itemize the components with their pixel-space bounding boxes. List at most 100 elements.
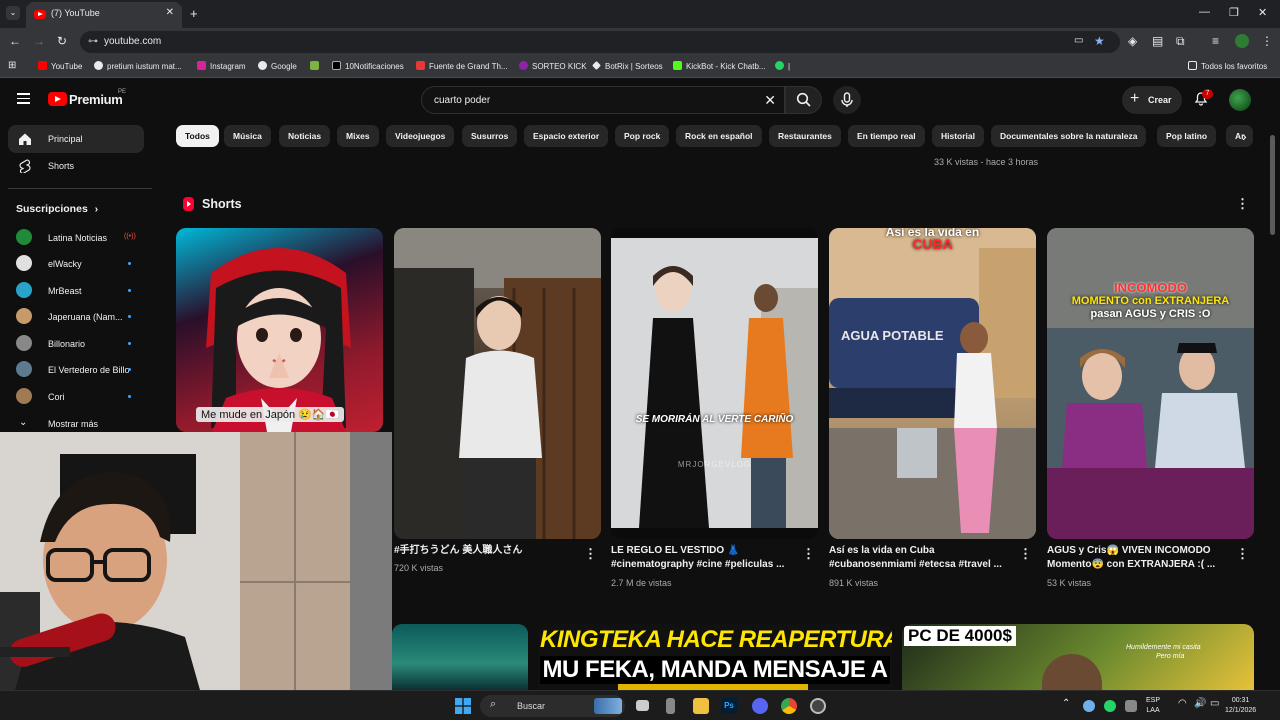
chip-espacio-exterior[interactable]: Espacio exterior <box>524 125 609 147</box>
create-button[interactable]: + Crear <box>1122 86 1182 114</box>
chips-next-icon[interactable]: › <box>1242 128 1247 144</box>
clear-search-icon[interactable]: ✕ <box>764 92 776 109</box>
chip-pop-latino[interactable]: Pop latino <box>1157 125 1217 147</box>
volume-icon[interactable]: 🔊 <box>1194 699 1206 709</box>
bookmark-youtube[interactable]: YouTube <box>38 61 82 71</box>
tray-app-icon-2[interactable] <box>1104 700 1116 712</box>
back-icon[interactable]: ← <box>9 34 21 48</box>
clock[interactable]: 00:31 12/1/2026 <box>1225 696 1256 716</box>
bookmark-kickbot[interactable]: KickBot - Kick Chatb... <box>673 61 766 71</box>
taskbar-app-icon[interactable] <box>666 698 675 714</box>
chip-restaurantes[interactable]: Restaurantes <box>769 125 841 147</box>
bookmark-star-icon[interactable]: ★ <box>1094 34 1105 48</box>
discord-icon[interactable] <box>752 698 768 714</box>
short-5-menu-icon[interactable]: ⋮ <box>1236 546 1249 562</box>
tab-search-icon[interactable]: ⌄ <box>6 6 20 20</box>
chip-documentales[interactable]: Documentales sobre la naturaleza <box>991 125 1147 147</box>
video-thumbnail-kingteka[interactable]: KINGTEKA HACE REAPERTURA DEL MU FEKA, MA… <box>538 624 892 690</box>
chip-pop-rock[interactable]: Pop rock <box>615 125 670 147</box>
bookmark-instagram[interactable]: Instagram <box>197 61 246 71</box>
address-bar[interactable]: ⊶ youtube.com ▭ ★ <box>80 31 1120 53</box>
bookmark-icon-only[interactable] <box>310 61 323 71</box>
short-5-title[interactable]: AGUS y Cris😱 VIVEN INCOMODO Momento😨 con… <box>1047 544 1227 572</box>
obs-icon[interactable] <box>810 698 826 714</box>
reload-icon[interactable]: ↻ <box>57 34 67 48</box>
bookmark-10notificaciones[interactable]: 10Notificaciones <box>332 61 404 71</box>
hamburger-menu-icon[interactable] <box>17 93 30 104</box>
short-card-1[interactable]: Me mude en Japón 😢🏠🇯🇵 <box>176 228 383 432</box>
task-view-icon[interactable] <box>636 700 649 711</box>
windows-start-icon[interactable] <box>455 698 471 714</box>
chip-en-tiempo-real[interactable]: En tiempo real <box>848 125 925 147</box>
tray-app-icon-3[interactable] <box>1125 700 1137 712</box>
chrome-menu-icon[interactable]: ⋮ <box>1261 34 1273 48</box>
voice-search-button[interactable] <box>833 86 861 114</box>
account-avatar[interactable] <box>1229 89 1251 111</box>
bookmark-botrix[interactable]: BotRix | Sorteos <box>592 61 663 71</box>
short-4-title[interactable]: Así es la vida en Cuba #cubanosenmiami #… <box>829 544 1009 572</box>
new-tab-icon[interactable]: + <box>190 6 198 21</box>
video-thumbnail-partial[interactable] <box>392 624 528 690</box>
subscription-japeruana[interactable]: Japeruana (Nam... <box>16 308 152 328</box>
battery-icon[interactable]: ▭ <box>1210 699 1219 709</box>
site-info-icon[interactable]: ⊶ <box>88 36 98 47</box>
page-scrollbar[interactable] <box>1270 135 1275 235</box>
chip-susurros[interactable]: Susurros <box>462 125 518 147</box>
search-button[interactable] <box>785 86 822 114</box>
short-4-menu-icon[interactable]: ⋮ <box>1019 546 1032 562</box>
subscription-latina-noticias[interactable]: Latina Noticias ((•)) <box>16 229 152 249</box>
restore-icon[interactable]: ❐ <box>1229 6 1239 19</box>
short-3-title[interactable]: LE REGLO EL VESTIDO 👗 #cinematography #c… <box>611 544 791 572</box>
close-tab-icon[interactable]: ✕ <box>166 7 174 18</box>
minimize-icon[interactable]: — <box>1199 6 1210 18</box>
browser-tab[interactable]: (7) YouTube ✕ <box>26 2 182 28</box>
bookmark-whatsapp[interactable]: | <box>775 61 790 71</box>
extension-shield-icon[interactable]: ◈ <box>1128 34 1137 48</box>
tray-app-icon-1[interactable] <box>1083 700 1095 712</box>
subscription-billonario[interactable]: Billonario <box>16 335 152 355</box>
video-thumbnail-pc-4000[interactable]: PC DE 4000$ Humildemente mi casita Pero … <box>902 624 1254 690</box>
subscription-mrbeast[interactable]: MrBeast <box>16 282 152 302</box>
subscription-elwacky[interactable]: elWacky <box>16 255 152 275</box>
short-2-title[interactable]: #手打ちうどん 美人職人さん <box>394 544 574 558</box>
chip-mixes[interactable]: Mixes <box>337 125 379 147</box>
reading-list-icon[interactable]: ≡ <box>1212 34 1219 48</box>
short-card-2[interactable] <box>394 228 601 539</box>
shorts-section-menu-icon[interactable]: ⋮ <box>1236 196 1249 212</box>
bookmark-sorteo-kick[interactable]: SORTEO KICK <box>519 61 587 71</box>
taskbar-search[interactable]: ⌕ Buscar <box>480 695 625 717</box>
forward-icon[interactable]: → <box>33 34 45 48</box>
wifi-icon[interactable]: ◠ <box>1178 699 1187 709</box>
sidebar-item-shorts[interactable]: Shorts <box>8 152 144 180</box>
photoshop-icon[interactable]: Ps <box>721 698 737 714</box>
short-3-menu-icon[interactable]: ⋮ <box>802 546 815 562</box>
chip-rock-en-espanol[interactable]: Rock en español <box>676 125 762 147</box>
chrome-icon[interactable] <box>781 698 797 714</box>
subscription-cori[interactable]: Cori <box>16 388 152 408</box>
sidebar-item-principal[interactable]: Principal <box>8 125 144 153</box>
short-card-4[interactable]: Así es la vida en CUBA AGUA POTABLE <box>829 228 1036 539</box>
close-window-icon[interactable]: ✕ <box>1258 6 1267 19</box>
cast-icon[interactable]: ▭ <box>1074 35 1083 46</box>
chip-ar[interactable]: Ar <box>1226 125 1254 147</box>
extension-card-icon[interactable]: ▤ <box>1152 34 1163 48</box>
tray-chevron-up-icon[interactable]: ⌃ <box>1062 699 1070 709</box>
subscription-el-vertedero[interactable]: El Vertedero de Billo <box>16 361 152 381</box>
all-bookmarks[interactable]: Todos los favoritos <box>1188 61 1267 71</box>
bookmark-fuente-gta[interactable]: Fuente de Grand Th... <box>416 61 508 71</box>
short-card-5[interactable]: INCOMODO MOMENTO con EXTRANJERA pasan AG… <box>1047 228 1254 539</box>
apps-grid-icon[interactable]: ⊞ <box>8 60 16 71</box>
premium-logo-text[interactable]: Premium <box>69 92 123 107</box>
profile-avatar-icon[interactable] <box>1235 34 1249 48</box>
chip-videojuegos[interactable]: Videojuegos <box>386 125 455 147</box>
search-input[interactable]: cuarto poder ✕ <box>421 86 785 114</box>
youtube-logo-icon[interactable] <box>48 92 67 106</box>
subscriptions-title[interactable]: Suscripciones › <box>16 203 98 215</box>
short-2-menu-icon[interactable]: ⋮ <box>584 546 597 562</box>
chip-historial[interactable]: Historial <box>932 125 985 147</box>
input-language[interactable]: ESP LAA <box>1146 696 1160 716</box>
chip-todos[interactable]: Todos <box>176 125 219 147</box>
short-card-3[interactable]: SE MORIRÁN AL VERTE CARIÑO MRJORGEVLOG <box>611 228 818 539</box>
file-explorer-icon[interactable] <box>693 698 709 714</box>
chip-noticias[interactable]: Noticias <box>279 125 331 147</box>
